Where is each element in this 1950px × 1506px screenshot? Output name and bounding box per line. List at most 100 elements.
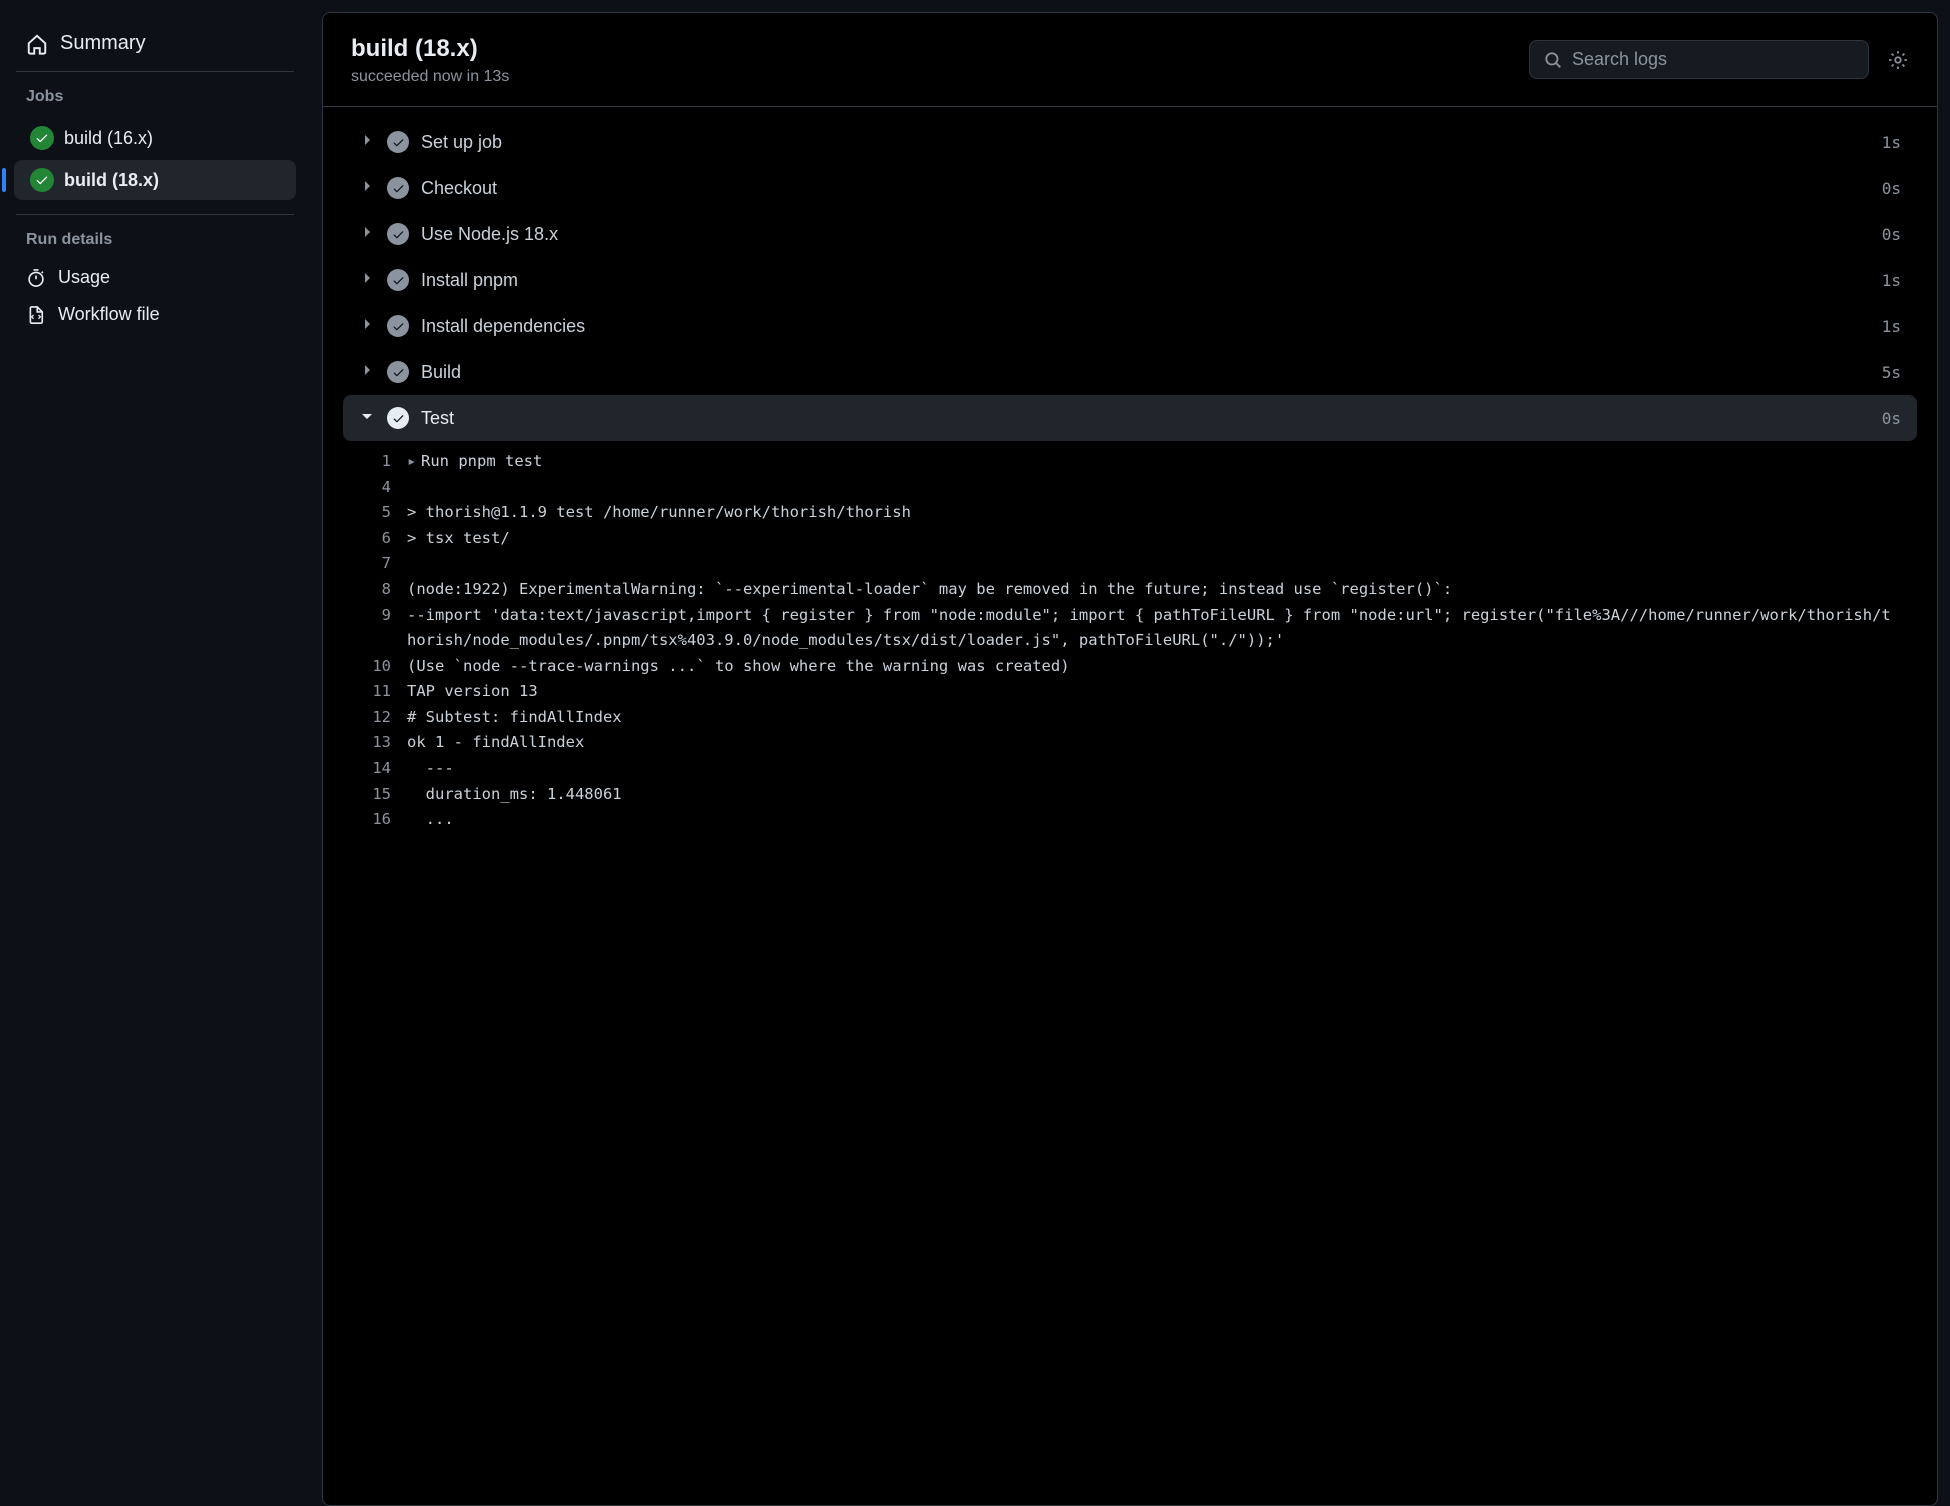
- search-input[interactable]: [1572, 49, 1854, 70]
- job-title-block: build (18.x) succeeded now in 13s: [351, 33, 509, 86]
- log-line[interactable]: 10(Use `node --trace-warnings ...` to sh…: [359, 654, 1917, 680]
- step-name: Set up job: [421, 132, 1870, 153]
- settings-button[interactable]: [1887, 49, 1909, 71]
- log-line-number: 10: [359, 654, 407, 680]
- log-line[interactable]: 8(node:1922) ExperimentalWarning: `--exp…: [359, 577, 1917, 603]
- success-icon: [387, 407, 409, 429]
- step-name: Install dependencies: [421, 316, 1870, 337]
- log-line-number: 11: [359, 679, 407, 705]
- log-line-text: ...: [407, 807, 1917, 833]
- success-icon: [387, 361, 409, 383]
- chevron-right-icon: [359, 316, 375, 337]
- chevron-down-icon: [359, 408, 375, 429]
- log-output: 1▸Run pnpm test45> thorish@1.1.9 test /h…: [343, 441, 1917, 832]
- log-line-number: 5: [359, 500, 407, 526]
- log-line-number: 12: [359, 705, 407, 731]
- step-row[interactable]: Install pnpm 1s: [343, 257, 1917, 303]
- summary-label: Summary: [60, 32, 146, 55]
- divider: [16, 71, 294, 72]
- step-name: Use Node.js 18.x: [421, 224, 1870, 245]
- log-line-number: 15: [359, 782, 407, 808]
- run-details-heading: Run details: [8, 231, 302, 259]
- log-line-number: 1: [359, 449, 407, 475]
- log-line[interactable]: 14 ---: [359, 756, 1917, 782]
- log-line-number: 6: [359, 526, 407, 552]
- log-line[interactable]: 15 duration_ms: 1.448061: [359, 782, 1917, 808]
- workflow-file-label: Workflow file: [58, 304, 160, 325]
- job-subtitle: succeeded now in 13s: [351, 68, 509, 86]
- search-box[interactable]: [1529, 40, 1869, 79]
- sidebar-usage[interactable]: Usage: [8, 259, 302, 296]
- log-line-text: > tsx test/: [407, 526, 1917, 552]
- log-line-number: 13: [359, 730, 407, 756]
- stopwatch-icon: [26, 268, 46, 288]
- log-line-text: (node:1922) ExperimentalWarning: `--expe…: [407, 577, 1917, 603]
- divider: [16, 214, 294, 215]
- step-duration: 0s: [1882, 179, 1901, 198]
- log-line-number: 4: [359, 475, 407, 501]
- chevron-right-icon: [359, 178, 375, 199]
- log-line-number: 14: [359, 756, 407, 782]
- log-line-text: --import 'data:text/javascript,import { …: [407, 603, 1917, 654]
- step-name: Build: [421, 362, 1870, 383]
- log-line[interactable]: 9--import 'data:text/javascript,import {…: [359, 603, 1917, 654]
- log-line[interactable]: 7: [359, 551, 1917, 577]
- step-name: Checkout: [421, 178, 1870, 199]
- chevron-right-icon: [359, 362, 375, 383]
- step-duration: 1s: [1882, 317, 1901, 336]
- log-line[interactable]: 11TAP version 13: [359, 679, 1917, 705]
- log-line[interactable]: 12# Subtest: findAllIndex: [359, 705, 1917, 731]
- log-line[interactable]: 13ok 1 - findAllIndex: [359, 730, 1917, 756]
- chevron-right-icon: [359, 132, 375, 153]
- home-icon: [26, 33, 48, 55]
- chevron-right-icon: [359, 224, 375, 245]
- step-row[interactable]: Set up job1s: [343, 119, 1917, 165]
- success-icon: [30, 168, 54, 192]
- step-duration: 1s: [1882, 271, 1901, 290]
- sidebar-workflow-file[interactable]: Workflow file: [8, 296, 302, 333]
- usage-label: Usage: [58, 267, 110, 288]
- log-line-number: 9: [359, 603, 407, 629]
- log-line-text: duration_ms: 1.448061: [407, 782, 1917, 808]
- log-line-text: # Subtest: findAllIndex: [407, 705, 1917, 731]
- step-name: Test: [421, 408, 1870, 429]
- step-name: Install pnpm: [421, 270, 1870, 291]
- log-line[interactable]: 6> tsx test/: [359, 526, 1917, 552]
- log-line-text: ok 1 - findAllIndex: [407, 730, 1917, 756]
- log-line-text: TAP version 13: [407, 679, 1917, 705]
- sidebar-summary[interactable]: Summary: [8, 24, 302, 71]
- log-line-text: ---: [407, 756, 1917, 782]
- success-icon: [387, 223, 409, 245]
- step-row[interactable]: Build 5s: [343, 349, 1917, 395]
- success-icon: [387, 269, 409, 291]
- job-label: build (16.x): [64, 128, 153, 149]
- main-panel: build (18.x) succeeded now in 13s Set up…: [322, 12, 1938, 1506]
- log-line[interactable]: 4: [359, 475, 1917, 501]
- log-line[interactable]: 5> thorish@1.1.9 test /home/runner/work/…: [359, 500, 1917, 526]
- sidebar-job-build-16x[interactable]: build (16.x): [14, 118, 296, 158]
- log-line-text: ▸Run pnpm test: [407, 449, 1917, 475]
- sidebar-job-build-18x[interactable]: build (18.x): [14, 160, 296, 200]
- success-icon: [387, 177, 409, 199]
- step-row[interactable]: Install dependencies 1s: [343, 303, 1917, 349]
- log-line[interactable]: 1▸Run pnpm test: [359, 449, 1917, 475]
- success-icon: [387, 131, 409, 153]
- search-icon: [1544, 51, 1562, 69]
- log-line-number: 16: [359, 807, 407, 833]
- job-label: build (18.x): [64, 170, 159, 191]
- jobs-heading: Jobs: [8, 88, 302, 116]
- log-line-number: 7: [359, 551, 407, 577]
- log-line[interactable]: 16 ...: [359, 807, 1917, 833]
- step-duration: 5s: [1882, 363, 1901, 382]
- success-icon: [387, 315, 409, 337]
- caret-right-icon: ▸: [407, 449, 421, 475]
- sidebar: Summary Jobs build (16.x) build (18.x) R…: [0, 0, 310, 1506]
- step-row[interactable]: Checkout 0s: [343, 165, 1917, 211]
- step-row[interactable]: Test 0s: [343, 395, 1917, 441]
- step-duration: 0s: [1882, 409, 1901, 428]
- log-line-text: (Use `node --trace-warnings ...` to show…: [407, 654, 1917, 680]
- chevron-right-icon: [359, 270, 375, 291]
- steps-list: Set up job1sCheckout0sUse Node.js 18.x0s…: [323, 107, 1937, 844]
- workflow-file-icon: [26, 305, 46, 325]
- step-row[interactable]: Use Node.js 18.x0s: [343, 211, 1917, 257]
